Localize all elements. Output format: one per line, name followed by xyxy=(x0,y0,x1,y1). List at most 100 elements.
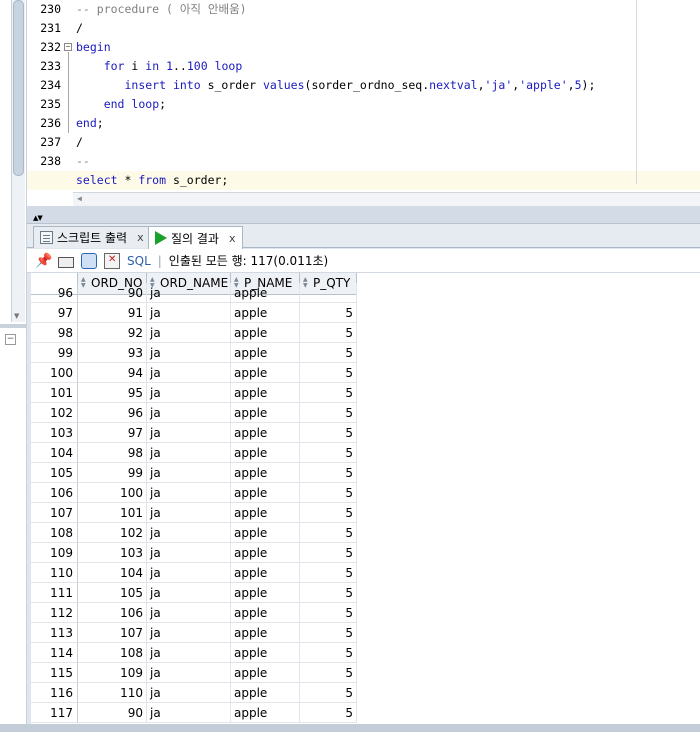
table-row-partial[interactable]: 96 90 ja apple xyxy=(31,283,700,303)
cell-ord-name[interactable]: ja xyxy=(147,283,231,303)
close-tab-button[interactable]: x xyxy=(137,231,144,244)
cell-p-name[interactable]: apple xyxy=(231,503,300,523)
cell-p-name[interactable]: apple xyxy=(231,383,300,403)
cell-ord-no[interactable]: 100 xyxy=(78,483,147,503)
cell-ord-no[interactable]: 98 xyxy=(78,443,147,463)
cell-ord-name[interactable]: ja xyxy=(147,683,231,703)
cell-ord-no[interactable]: 90 xyxy=(78,703,147,723)
cell-ord-no[interactable]: 96 xyxy=(78,403,147,423)
print-icon[interactable] xyxy=(58,256,74,268)
cell-ord-name[interactable]: ja xyxy=(147,623,231,643)
cell-ord-name[interactable]: ja xyxy=(147,423,231,443)
cell-p-name[interactable]: apple xyxy=(231,683,300,703)
cell-p-qty[interactable]: 5 xyxy=(300,543,357,563)
cell-ord-name[interactable]: ja xyxy=(147,303,231,323)
cell-ord-name[interactable]: ja xyxy=(147,603,231,623)
left-vertical-scrollbar[interactable]: ▼ xyxy=(11,0,25,322)
cell-p-name[interactable]: apple xyxy=(231,283,300,303)
code-line[interactable]: end loop; xyxy=(73,95,700,114)
panel-splitter[interactable]: ▲▼ xyxy=(27,206,700,224)
table-row[interactable]: 107 101 ja apple 5 xyxy=(31,503,700,523)
cell-p-qty[interactable]: 5 xyxy=(300,623,357,643)
table-row[interactable]: 113 107 ja apple 5 xyxy=(31,623,700,643)
cell-p-name[interactable]: apple xyxy=(231,623,300,643)
table-row[interactable]: 114 108 ja apple 5 xyxy=(31,643,700,663)
cell-ord-name[interactable]: ja xyxy=(147,663,231,683)
cell-p-qty[interactable]: 5 xyxy=(300,403,357,423)
cell-ord-name[interactable]: ja xyxy=(147,443,231,463)
cell-p-name[interactable]: apple xyxy=(231,403,300,423)
cell-p-qty[interactable]: 5 xyxy=(300,463,357,483)
cell-p-qty[interactable] xyxy=(300,283,357,303)
cell-p-qty[interactable]: 5 xyxy=(300,663,357,683)
cell-ord-name[interactable]: ja xyxy=(147,703,231,723)
cell-p-name[interactable]: apple xyxy=(231,643,300,663)
cell-ord-no[interactable]: 91 xyxy=(78,303,147,323)
table-row[interactable]: 99 93 ja apple 5 xyxy=(31,343,700,363)
cell-p-qty[interactable]: 5 xyxy=(300,303,357,323)
cell-p-name[interactable]: apple xyxy=(231,583,300,603)
cell-p-name[interactable]: apple xyxy=(231,423,300,443)
cell-ord-no[interactable]: 101 xyxy=(78,503,147,523)
cell-ord-no[interactable]: 107 xyxy=(78,623,147,643)
cell-ord-no[interactable]: 105 xyxy=(78,583,147,603)
editor-horizontal-scrollbar[interactable]: ◀ xyxy=(73,192,700,206)
code-line[interactable]: -- procedure ( 아직 안배움) xyxy=(73,0,700,19)
table-row[interactable]: 105 99 ja apple 5 xyxy=(31,463,700,483)
cell-p-qty[interactable]: 5 xyxy=(300,583,357,603)
cell-ord-name[interactable]: ja xyxy=(147,543,231,563)
scroll-left-arrow-icon[interactable]: ◀ xyxy=(77,194,82,203)
cell-ord-no[interactable]: 108 xyxy=(78,643,147,663)
cell-ord-name[interactable]: ja xyxy=(147,523,231,543)
code-line[interactable]: / xyxy=(73,133,700,152)
refresh-icon[interactable] xyxy=(81,252,97,269)
cell-ord-no[interactable]: 93 xyxy=(78,343,147,363)
cell-p-qty[interactable]: 5 xyxy=(300,383,357,403)
cell-ord-no[interactable]: 90 xyxy=(78,283,147,303)
tab-query-result[interactable]: 질의 결과 x xyxy=(148,226,243,249)
cell-p-qty[interactable]: 5 xyxy=(300,683,357,703)
table-row[interactable]: 115 109 ja apple 5 xyxy=(31,663,700,683)
collapse-icon[interactable]: − xyxy=(5,334,16,345)
cell-p-name[interactable]: apple xyxy=(231,303,300,323)
cell-p-qty[interactable]: 5 xyxy=(300,483,357,503)
cell-ord-no[interactable]: 106 xyxy=(78,603,147,623)
cell-ord-no[interactable]: 99 xyxy=(78,463,147,483)
cell-ord-name[interactable]: ja xyxy=(147,343,231,363)
fold-toggle-icon[interactable]: − xyxy=(64,43,72,51)
cell-p-name[interactable]: apple xyxy=(231,703,300,723)
table-row[interactable]: 106 100 ja apple 5 xyxy=(31,483,700,503)
cell-p-qty[interactable]: 5 xyxy=(300,563,357,583)
cell-ord-no[interactable]: 109 xyxy=(78,663,147,683)
code-area[interactable]: -- procedure ( 아직 안배움) / begin for i in 1.… xyxy=(27,0,700,206)
result-grid[interactable]: ▲ ▼ ORD_NO ▲ ▼ ORD_NAME ▲ ▼ P_NAME ▲ ▼ P_QTY… xyxy=(31,273,700,724)
table-row[interactable]: 109 103 ja apple 5 xyxy=(31,543,700,563)
cell-ord-name[interactable]: ja xyxy=(147,323,231,343)
cell-p-qty[interactable]: 5 xyxy=(300,703,357,723)
table-row[interactable]: 103 97 ja apple 5 xyxy=(31,423,700,443)
table-row[interactable]: 112 106 ja apple 5 xyxy=(31,603,700,623)
cell-ord-no[interactable]: 103 xyxy=(78,543,147,563)
cell-p-name[interactable]: apple xyxy=(231,463,300,483)
cell-p-qty[interactable]: 5 xyxy=(300,503,357,523)
tab-script-output[interactable]: 스크립트 출력 x xyxy=(33,226,151,248)
table-row[interactable]: 97 91 ja apple 5 xyxy=(31,303,700,323)
cell-p-qty[interactable]: 5 xyxy=(300,523,357,543)
cell-ord-no[interactable]: 94 xyxy=(78,363,147,383)
cell-p-name[interactable]: apple xyxy=(231,563,300,583)
cell-ord-no[interactable]: 102 xyxy=(78,523,147,543)
cell-p-name[interactable]: apple xyxy=(231,343,300,363)
cell-ord-name[interactable]: ja xyxy=(147,463,231,483)
code-line[interactable]: begin xyxy=(73,38,700,57)
table-row[interactable]: 104 98 ja apple 5 xyxy=(31,443,700,463)
table-row[interactable]: 116 110 ja apple 5 xyxy=(31,683,700,703)
cell-p-qty[interactable]: 5 xyxy=(300,443,357,463)
sql-editor[interactable]: 230231232233234235236237238239 − -- proc… xyxy=(27,0,700,206)
cell-ord-no[interactable]: 110 xyxy=(78,683,147,703)
pin-icon[interactable]: 📌 xyxy=(35,253,52,269)
cell-p-name[interactable]: apple xyxy=(231,523,300,543)
cell-ord-no[interactable]: 97 xyxy=(78,423,147,443)
code-line[interactable]: for i in 1..100 loop xyxy=(73,57,700,76)
table-row[interactable]: 102 96 ja apple 5 xyxy=(31,403,700,423)
clear-icon[interactable] xyxy=(104,252,120,269)
